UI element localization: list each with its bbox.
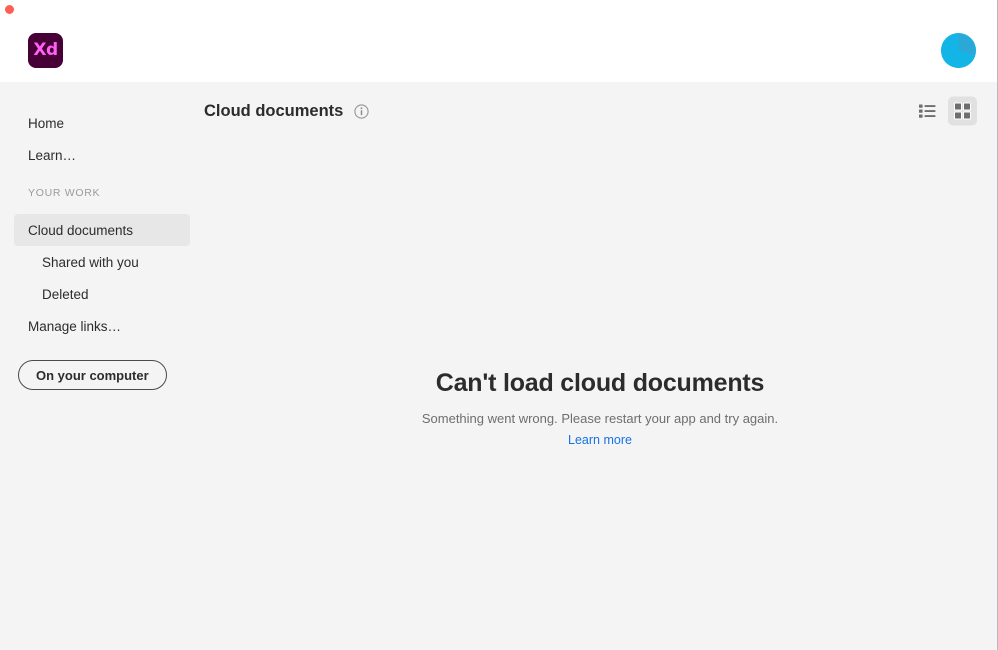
learn-more-link[interactable]: Learn more — [568, 433, 632, 447]
grid-view-button[interactable] — [948, 96, 977, 126]
adobe-xd-logo-text: Xd — [33, 40, 58, 60]
view-mode-toggle — [913, 96, 977, 126]
avatar[interactable] — [941, 33, 976, 68]
close-window-button[interactable] — [5, 5, 14, 14]
list-view-button[interactable] — [913, 97, 942, 126]
sidebar-item-shared-with-you[interactable]: Shared with you — [14, 246, 190, 278]
sidebar-item-label: Shared with you — [42, 254, 139, 270]
title-bar: Xd — [0, 0, 997, 82]
main-header: Cloud documents — [204, 82, 996, 140]
list-view-icon — [919, 104, 936, 118]
sidebar-item-learn[interactable]: Learn… — [14, 139, 190, 171]
sidebar-item-label: Deleted — [42, 286, 89, 302]
adobe-xd-logo: Xd — [28, 33, 63, 68]
avatar-image — [941, 33, 976, 68]
empty-state-title: Can't load cloud documents — [435, 369, 765, 397]
page-title: Cloud documents — [204, 101, 344, 120]
app-window: Xd Home Learn… YOUR WORK Cloud documents… — [0, 0, 998, 650]
grid-view-icon — [954, 102, 971, 120]
sidebar-item-deleted[interactable]: Deleted — [14, 278, 190, 310]
info-icon[interactable] — [354, 103, 369, 119]
empty-state: Can't load cloud documents Something wen… — [204, 368, 996, 449]
sidebar-section-your-work: YOUR WORK — [28, 187, 101, 199]
sidebar-item-cloud-documents[interactable]: Cloud documents — [14, 214, 190, 246]
empty-state-description: Something went wrong. Please restart you… — [421, 411, 779, 426]
sidebar-item-label: Home — [28, 115, 65, 131]
sidebar-item-label: Learn… — [28, 147, 77, 163]
sidebar-item-home[interactable]: Home — [14, 107, 190, 139]
sidebar-item-label: Manage links… — [28, 318, 122, 334]
on-your-computer-button[interactable]: On your computer — [18, 360, 167, 390]
info-icon-glyph — [354, 103, 369, 119]
sidebar-item-manage-links[interactable]: Manage links… — [14, 310, 190, 342]
sidebar-item-label: Cloud documents — [28, 222, 134, 238]
main-content: Cloud documents Can't load cloud documen… — [204, 82, 996, 650]
sidebar: Home Learn… YOUR WORK Cloud documents Sh… — [0, 82, 204, 650]
